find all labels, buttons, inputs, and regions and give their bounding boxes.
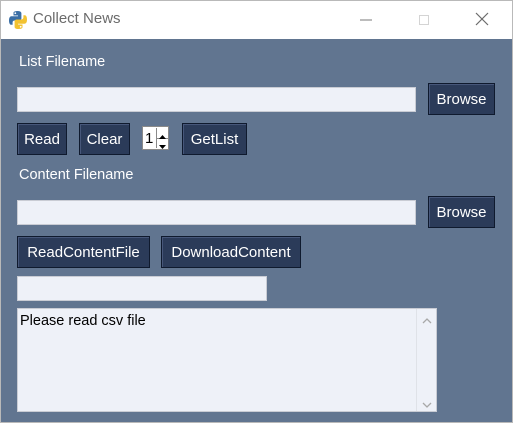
scroll-up-button[interactable] [417,309,436,327]
chevron-up-icon [422,309,432,328]
close-icon [475,11,489,30]
content-filename-label: Content Filename [19,167,134,183]
window-title: Collect News [33,10,121,27]
read-content-file-button[interactable]: ReadContentFile [17,236,150,268]
spinbox-arrows [156,128,168,149]
close-button[interactable] [459,1,505,39]
count-spinbox[interactable]: 1 [142,126,169,150]
spinbox-down-button[interactable] [157,138,168,149]
python-icon [8,10,28,30]
minimize-button[interactable] [343,1,389,39]
vertical-scrollbar[interactable] [416,309,436,411]
maximize-icon [418,11,430,30]
list-browse-button[interactable]: Browse [428,83,495,115]
content-browse-button[interactable]: Browse [428,196,495,228]
clear-button[interactable]: Clear [79,123,130,155]
maximize-button[interactable] [401,1,447,39]
getlist-button[interactable]: GetList [182,123,247,155]
read-button[interactable]: Read [17,123,67,155]
arrow-down-icon [159,134,166,153]
output-text: Please read csv file [20,313,146,329]
content-filename-input[interactable] [17,200,416,225]
download-content-button[interactable]: DownloadContent [161,236,301,268]
minimize-icon [360,11,372,30]
scroll-down-button[interactable] [417,393,436,411]
status-input[interactable] [17,276,267,301]
title-bar[interactable]: Collect News [1,1,512,39]
spinbox-value: 1 [145,130,154,147]
list-filename-label: List Filename [19,54,106,70]
output-textarea[interactable]: Please read csv file [17,308,437,412]
list-filename-input[interactable] [17,87,416,112]
app-window: Collect News List Filename Browse Read C… [0,0,513,423]
chevron-down-icon [422,393,432,412]
